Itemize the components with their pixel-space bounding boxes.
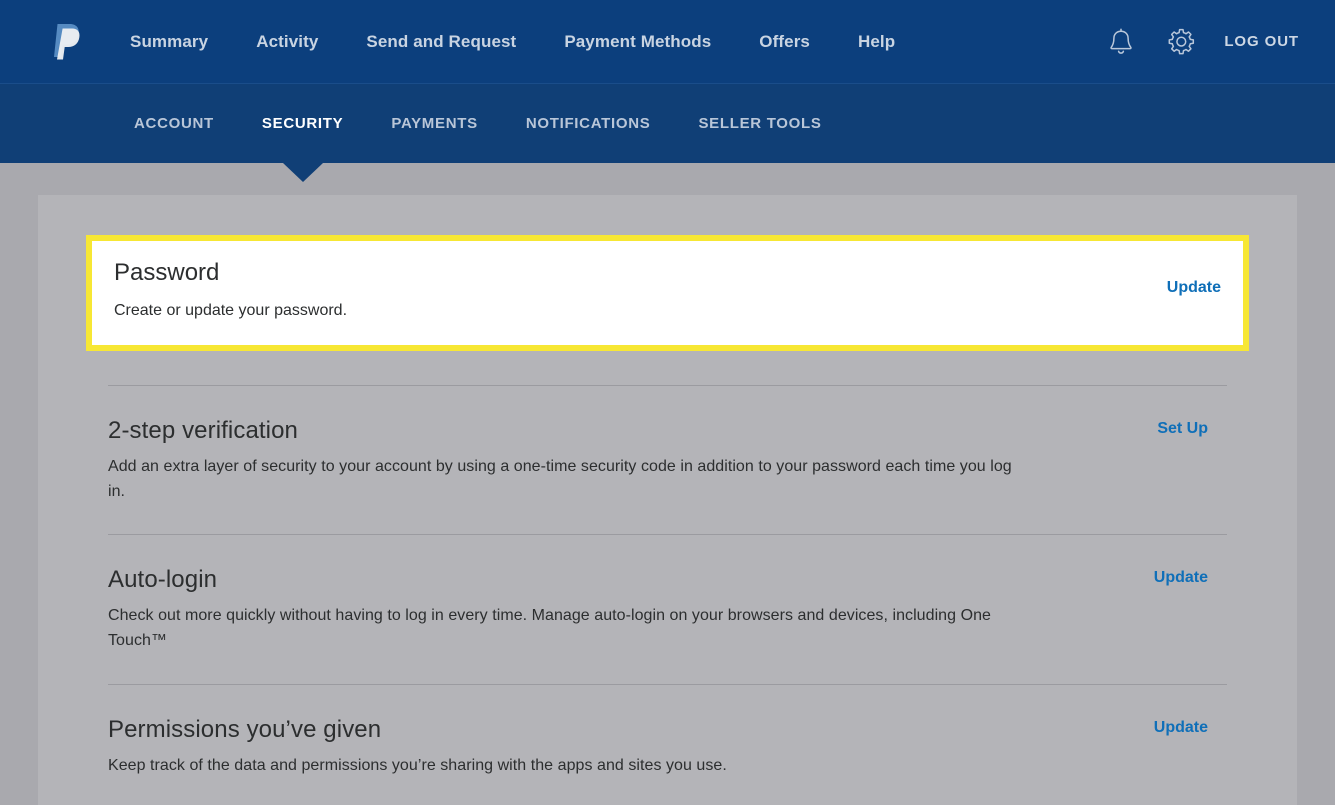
paypal-logo-icon[interactable] bbox=[52, 20, 82, 64]
password-update-link[interactable]: Update bbox=[1167, 279, 1221, 297]
auto-login-title: Auto-login bbox=[108, 566, 218, 594]
two-step-title: 2-step verification bbox=[108, 416, 298, 444]
subnav-item-notifications[interactable]: NOTIFICATIONS bbox=[502, 84, 675, 163]
permissions-action-column: Update bbox=[1058, 715, 1208, 737]
permissions-title: Permissions you’ve given bbox=[108, 715, 382, 743]
nav-item-help[interactable]: Help bbox=[834, 0, 919, 83]
subnav-item-seller-tools[interactable]: SELLER TOOLS bbox=[674, 84, 845, 163]
auto-login-section: Auto-login Check out more quickly withou… bbox=[86, 565, 1249, 654]
password-section[interactable]: Password Create or update your password.… bbox=[86, 235, 1249, 351]
top-header: Summary Activity Send and Request Paymen… bbox=[0, 0, 1335, 83]
two-step-action-column: Set Up bbox=[1058, 416, 1208, 438]
nav-item-offers[interactable]: Offers bbox=[735, 0, 834, 83]
permissions-section: Permissions you’ve given Keep track of t… bbox=[86, 715, 1249, 779]
bell-icon[interactable] bbox=[1104, 25, 1138, 59]
gear-icon[interactable] bbox=[1164, 25, 1198, 59]
logout-button[interactable]: LOG OUT bbox=[1224, 33, 1305, 50]
subnav-item-payments[interactable]: PAYMENTS bbox=[367, 84, 501, 163]
password-title: Password bbox=[114, 259, 220, 286]
auto-login-action-column: Update bbox=[1058, 565, 1208, 587]
password-action-column: Update bbox=[1071, 259, 1221, 297]
nav-item-send-and-request[interactable]: Send and Request bbox=[342, 0, 540, 83]
primary-nav: Summary Activity Send and Request Paymen… bbox=[112, 0, 919, 83]
nav-item-summary[interactable]: Summary bbox=[112, 0, 232, 83]
subnav-item-account[interactable]: ACCOUNT bbox=[110, 84, 238, 163]
two-step-verification-section: 2-step verification Add an extra layer o… bbox=[86, 416, 1249, 505]
active-tab-pointer-icon bbox=[283, 163, 323, 182]
subnav-item-security[interactable]: SECURITY bbox=[238, 84, 367, 163]
auto-login-update-link[interactable]: Update bbox=[1154, 569, 1208, 587]
two-step-description: Add an extra layer of security to your a… bbox=[108, 457, 1012, 500]
page-body: Password Create or update your password.… bbox=[0, 163, 1335, 805]
password-text-column: Password Create or update your password. bbox=[114, 259, 1071, 323]
auto-login-text-column: Auto-login Check out more quickly withou… bbox=[108, 565, 1058, 654]
auto-login-description: Check out more quickly without having to… bbox=[108, 607, 991, 650]
nav-item-activity[interactable]: Activity bbox=[232, 0, 342, 83]
permissions-text-column: Permissions you’ve given Keep track of t… bbox=[108, 715, 1058, 779]
two-step-setup-link[interactable]: Set Up bbox=[1157, 420, 1208, 438]
permissions-update-link[interactable]: Update bbox=[1154, 719, 1208, 737]
permissions-description: Keep track of the data and permissions y… bbox=[108, 756, 727, 774]
secondary-nav: ACCOUNT SECURITY PAYMENTS NOTIFICATIONS … bbox=[0, 83, 1335, 182]
header-actions: LOG OUT bbox=[1104, 25, 1305, 59]
password-description: Create or update your password. bbox=[114, 301, 348, 319]
security-settings-panel: Password Create or update your password.… bbox=[38, 195, 1297, 805]
two-step-text-column: 2-step verification Add an extra layer o… bbox=[108, 416, 1058, 505]
nav-item-payment-methods[interactable]: Payment Methods bbox=[540, 0, 735, 83]
